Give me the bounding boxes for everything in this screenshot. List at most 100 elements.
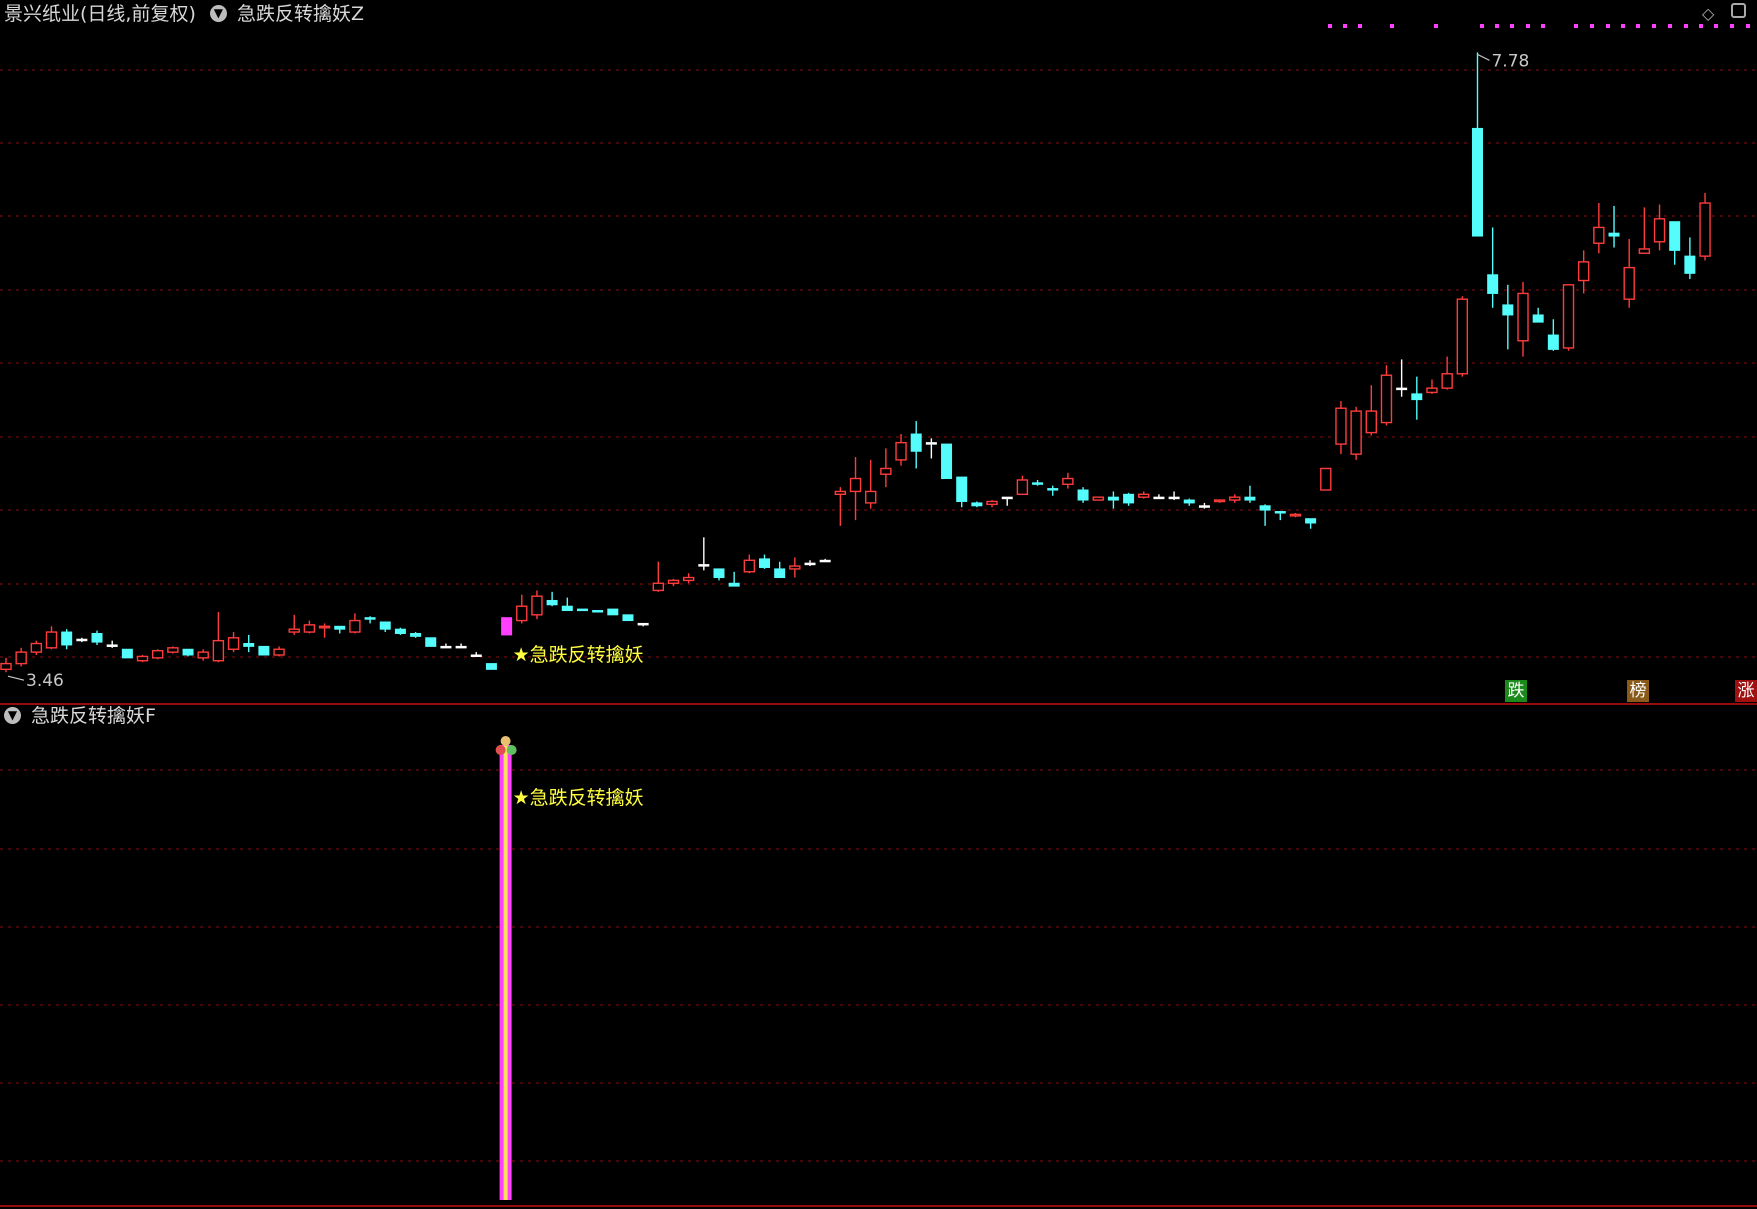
badge-fall[interactable]: 跌: [1505, 680, 1527, 702]
candle: [30, 640, 43, 655]
candle: [1001, 496, 1013, 506]
candle: [1350, 406, 1362, 460]
candle-body: [1335, 407, 1347, 445]
candle-body: [592, 610, 604, 613]
candle-body: [1653, 218, 1666, 243]
dot-marker: [1328, 24, 1332, 28]
candle: [197, 649, 209, 661]
candle: [1441, 356, 1453, 390]
candle-body: [531, 595, 543, 616]
candle: [546, 591, 558, 607]
dot-marker: [1714, 24, 1718, 28]
candle: [303, 620, 316, 634]
candle: [1396, 359, 1408, 397]
candle: [607, 608, 619, 616]
min-price-label: 3.46: [26, 671, 64, 691]
candle-body: [1487, 274, 1499, 294]
candle: [1577, 250, 1590, 294]
candle-body: [212, 639, 225, 662]
candle: [1305, 518, 1317, 529]
candle: [91, 630, 103, 645]
candle: [804, 560, 816, 567]
candle: [1380, 365, 1393, 426]
candle-body: [76, 638, 88, 642]
candle: [1608, 205, 1620, 248]
dot-marker: [1668, 24, 1672, 28]
candle-body: [789, 565, 801, 570]
candle: [682, 573, 695, 584]
candle: [925, 438, 937, 459]
candle-body: [227, 637, 240, 650]
candle-body: [1577, 261, 1590, 282]
candle-body: [1638, 248, 1651, 254]
candle-body: [182, 648, 194, 656]
candle: [1153, 494, 1165, 500]
candle: [1183, 498, 1195, 506]
badge-rank[interactable]: 榜: [1627, 680, 1649, 702]
candle-body: [379, 621, 391, 630]
candle-body: [1244, 496, 1256, 501]
candle: [622, 614, 634, 622]
candle-body: [1699, 202, 1711, 257]
candle-body: [61, 631, 73, 646]
candle: [759, 554, 770, 569]
candle: [121, 648, 133, 659]
min-price-pointer: [7, 675, 25, 681]
candle: [910, 421, 922, 469]
candle-body: [15, 651, 27, 665]
candle-body: [394, 628, 406, 634]
candle: [485, 663, 497, 670]
dot-marker: [1652, 24, 1656, 28]
candle-body: [971, 502, 983, 507]
candle: [1168, 491, 1180, 501]
candle: [1335, 401, 1347, 455]
candle: [501, 617, 513, 636]
candle-body: [1274, 511, 1286, 514]
dot-marker: [1606, 24, 1610, 28]
candle-body: [743, 559, 756, 573]
dot-marker: [1621, 24, 1625, 28]
candle-body: [1138, 493, 1150, 498]
badge-rise[interactable]: 涨: [1735, 680, 1757, 702]
candle: [819, 558, 831, 563]
candle: [774, 561, 786, 579]
candle-body: [652, 582, 665, 592]
dot-marker: [1343, 24, 1347, 28]
candle: [425, 637, 437, 647]
candlestick-chart[interactable]: 7.78 3.46 ★急跌反转擒妖 ★急跌反转擒妖: [0, 0, 1757, 1209]
candle-body: [288, 628, 300, 633]
candle-body: [1669, 221, 1681, 251]
candle: [288, 614, 300, 635]
candle: [1562, 284, 1575, 351]
top-dot-markers: [1328, 24, 1750, 28]
candle-body: [895, 441, 907, 461]
candle-body: [986, 500, 998, 506]
candle: [1547, 319, 1559, 351]
candle-body: [880, 467, 892, 475]
candle-body: [1411, 393, 1423, 401]
candle: [895, 434, 907, 466]
candle: [212, 611, 225, 663]
candle-body: [1502, 304, 1514, 316]
candle: [516, 594, 528, 624]
candle-body: [546, 599, 558, 606]
candle-body: [1547, 334, 1559, 350]
sub-indicator-name[interactable]: 急跌反转擒妖F: [31, 705, 156, 727]
candle: [576, 608, 588, 612]
candle: [455, 643, 467, 649]
candle-body: [637, 622, 649, 626]
candle-body: [1259, 505, 1271, 511]
max-price-pointer: [1477, 53, 1490, 61]
candle: [1077, 487, 1089, 503]
candle: [1289, 512, 1302, 518]
candle-body: [258, 645, 270, 656]
candle-body: [759, 558, 770, 568]
flower-petal-left: [495, 745, 506, 755]
candle-body: [910, 433, 922, 452]
dot-marker: [1636, 24, 1640, 28]
candle-body: [1047, 488, 1059, 491]
candle: [1016, 475, 1029, 496]
chevron-down-icon[interactable]: ▼: [4, 706, 21, 724]
dot-marker: [1730, 24, 1734, 28]
candle-body: [713, 568, 725, 579]
